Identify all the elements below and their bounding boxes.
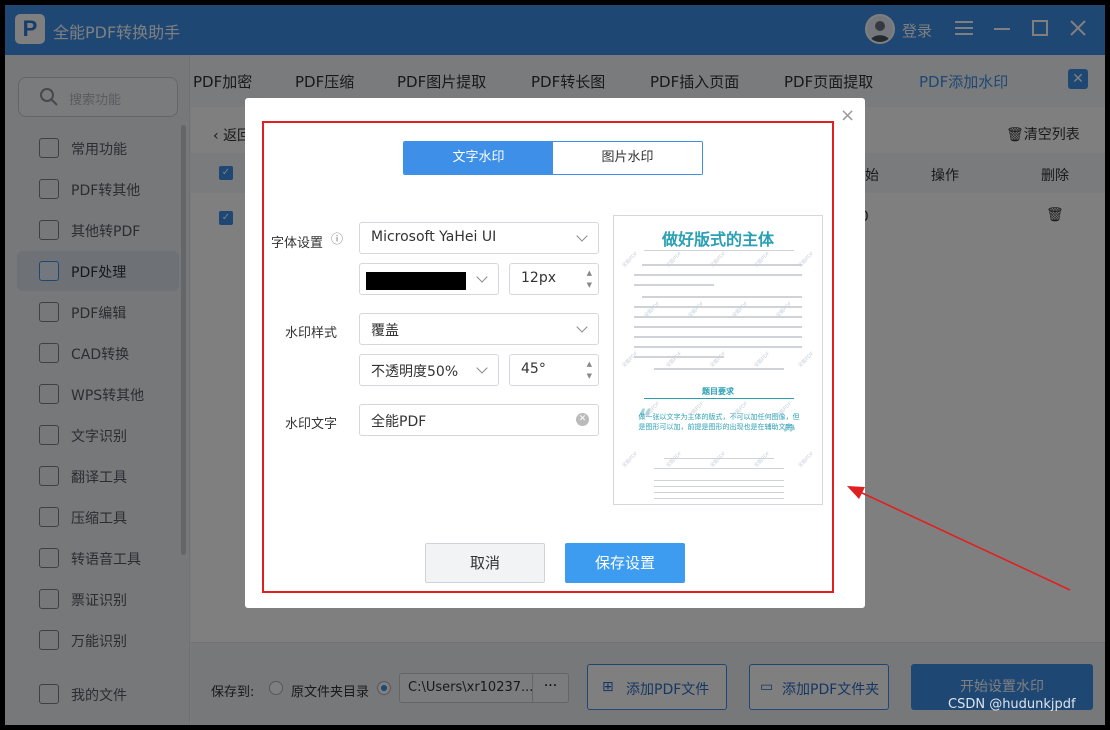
annotation-arrow <box>847 486 1071 591</box>
source-watermark: CSDN @hudunkjpdf <box>948 697 1076 712</box>
app-window: P 全能PDF转换助手 登录 搜索功能 常用功能 PDF转其他 其他转PDF P… <box>5 5 1105 725</box>
